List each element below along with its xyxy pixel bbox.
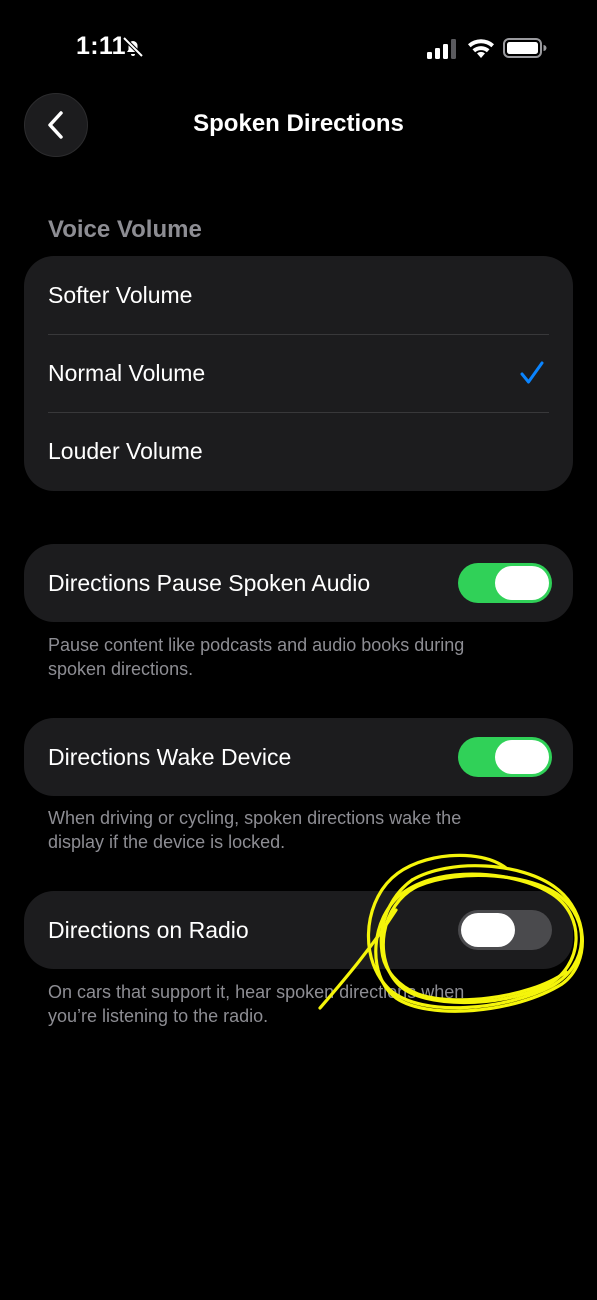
softer-volume-option[interactable]: Softer Volume: [24, 256, 573, 334]
bell-slash-icon: [122, 36, 144, 58]
checkmark-icon: [520, 361, 544, 384]
directions-on-radio-footnote: On cars that support it, hear spoken dir…: [48, 980, 548, 1028]
footnote-line: spoken directions.: [48, 659, 194, 679]
wake-device-row: Directions Wake Device: [24, 718, 573, 796]
toggle-knob: [495, 566, 549, 600]
toggle-knob: [461, 913, 515, 947]
pause-spoken-audio-toggle[interactable]: [458, 563, 552, 603]
option-label: Normal Volume: [48, 359, 206, 386]
directions-on-radio-row: Directions on Radio: [24, 891, 573, 969]
status-time: 1:11: [76, 32, 126, 60]
battery-icon: [503, 38, 547, 58]
normal-volume-option[interactable]: Normal Volume: [24, 334, 573, 412]
footnote-line: you’re listening to the radio.: [48, 1006, 269, 1026]
directions-on-radio-label: Directions on Radio: [48, 917, 249, 943]
wifi-icon: [468, 39, 494, 58]
voice-volume-group: Softer Volume Normal Volume Louder Volum…: [24, 256, 573, 491]
wake-device-footnote: When driving or cycling, spoken directio…: [48, 806, 548, 854]
voice-volume-header: Voice Volume: [48, 216, 202, 243]
wake-device-label: Directions Wake Device: [48, 744, 292, 770]
status-bar: 1:11: [0, 0, 597, 96]
option-label: Louder Volume: [48, 437, 203, 464]
louder-volume-option[interactable]: Louder Volume: [24, 412, 573, 490]
cellular-signal-icon: [427, 39, 456, 59]
pause-spoken-audio-row: Directions Pause Spoken Audio: [24, 544, 573, 622]
directions-on-radio-toggle[interactable]: [458, 910, 552, 950]
pause-spoken-audio-footnote: Pause content like podcasts and audio bo…: [48, 633, 548, 681]
footnote-line: display if the device is locked.: [48, 832, 286, 852]
footnote-line: On cars that support it, hear spoken dir…: [48, 982, 465, 1002]
pause-spoken-audio-label: Directions Pause Spoken Audio: [48, 570, 371, 596]
page-title: Spoken Directions: [193, 110, 404, 137]
option-label: Softer Volume: [48, 281, 193, 308]
footnote-line: When driving or cycling, spoken directio…: [48, 808, 462, 828]
wake-device-toggle[interactable]: [458, 737, 552, 777]
toggle-knob: [495, 740, 549, 774]
footnote-line: Pause content like podcasts and audio bo…: [48, 635, 465, 655]
